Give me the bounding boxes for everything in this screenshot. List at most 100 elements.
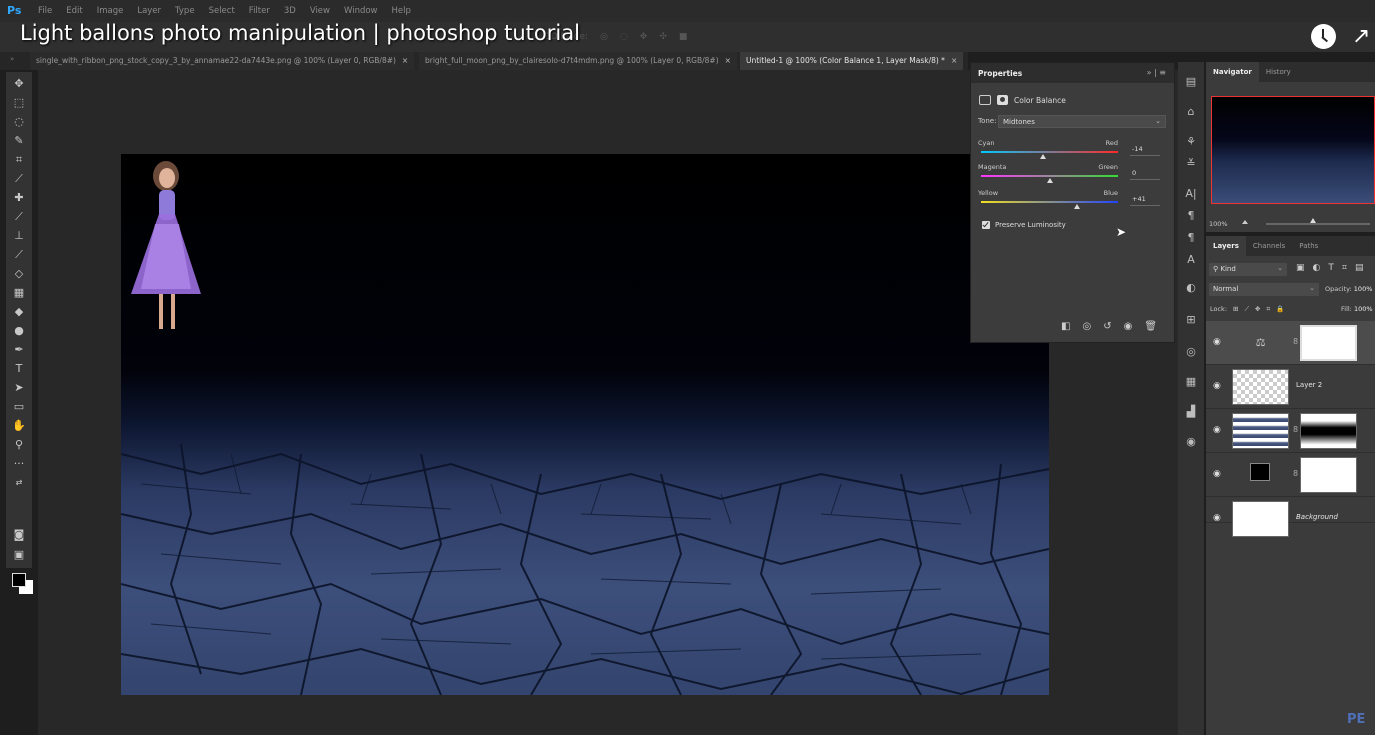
color-icon[interactable]: ◐	[1183, 280, 1199, 296]
opacity-value[interactable]: 100%	[1354, 285, 1373, 293]
slider-thumb[interactable]	[1073, 204, 1080, 209]
swap-colors-icon[interactable]: ⇄	[10, 475, 28, 491]
quick-mask-icon[interactable]: ◙	[10, 527, 28, 543]
scale-icon[interactable]: ■	[679, 32, 688, 42]
close-icon[interactable]: ×	[951, 56, 957, 65]
clock-icon[interactable]	[1311, 24, 1336, 49]
collapse-icon[interactable]: »	[10, 55, 14, 63]
tab-channels[interactable]: Channels	[1246, 236, 1292, 256]
filter-shape-icon[interactable]: ⌗	[1342, 263, 1347, 273]
type-tool-icon[interactable]: T	[10, 361, 28, 377]
tab-bright-full-moon[interactable]: bright_full_moon_png_by_clairesolo-d7t4m…	[419, 52, 737, 70]
pen-tool-icon[interactable]: ✒	[10, 342, 28, 358]
layer-2[interactable]: ◉ Layer 2	[1206, 365, 1375, 409]
slider-value-field[interactable]: 0	[1130, 169, 1160, 180]
zoom-tool-icon[interactable]: ⚲	[10, 437, 28, 453]
shape-tool-icon[interactable]: ▭	[10, 399, 28, 415]
libraries-icon[interactable]: ◎	[1183, 344, 1199, 360]
menu-help[interactable]: Help	[392, 6, 411, 16]
filter-pixel-icon[interactable]: ▣	[1296, 263, 1305, 273]
layer-background[interactable]: ◉ Background	[1206, 497, 1375, 541]
character-icon[interactable]: A|	[1183, 186, 1199, 202]
tone-dropdown[interactable]: Midtones ⌄	[998, 115, 1166, 128]
color-balance-icon[interactable]	[979, 95, 991, 105]
menu-select[interactable]: Select	[209, 6, 235, 16]
gradient-tool-icon[interactable]: ▦	[10, 285, 28, 301]
menu-window[interactable]: Window	[344, 6, 378, 16]
eyedropper-tool-icon[interactable]: ⟋	[10, 171, 28, 187]
color-slider-track[interactable]	[981, 201, 1118, 203]
layer-ground[interactable]: ◉ 8	[1206, 409, 1375, 453]
lock-image-icon[interactable]: ⟋	[1244, 305, 1249, 314]
menu-view[interactable]: View	[310, 6, 330, 16]
zoom-slider-thumb[interactable]	[1310, 218, 1316, 223]
menu-type[interactable]: Type	[175, 6, 195, 16]
crop-tool-icon[interactable]: ⌗	[10, 152, 28, 168]
reset-icon[interactable]: ↺	[1103, 321, 1111, 332]
lock-position-icon[interactable]: ✥	[1255, 305, 1260, 314]
character-styles-icon[interactable]: A	[1183, 252, 1199, 268]
clip-to-layer-icon[interactable]: ◧	[1061, 321, 1070, 332]
menu-3d[interactable]: 3D	[284, 6, 296, 16]
orbit-icon[interactable]: ◎	[600, 32, 608, 42]
menu-edit[interactable]: Edit	[66, 6, 82, 16]
filter-adjustment-icon[interactable]: ◐	[1313, 263, 1321, 273]
blend-mode-dropdown[interactable]: Normal ⌄	[1209, 283, 1319, 296]
filter-type-icon[interactable]: T	[1328, 263, 1334, 273]
quick-select-tool-icon[interactable]: ✎	[10, 133, 28, 149]
menu-filter[interactable]: Filter	[249, 6, 270, 16]
slide-icon[interactable]: ✣	[659, 32, 667, 42]
opacity-control[interactable]: Opacity: 100%	[1325, 285, 1372, 293]
clone-source-icon[interactable]: ⚘	[1183, 134, 1199, 150]
tab-single-with-ribbon[interactable]: single_with_ribbon_png_stock_copy_3_by_a…	[30, 52, 415, 70]
zoom-out-icon[interactable]	[1242, 220, 1248, 224]
menu-file[interactable]: File	[38, 6, 52, 16]
healing-brush-icon[interactable]: ✚	[10, 190, 28, 206]
zoom-slider[interactable]	[1266, 223, 1370, 225]
layer-mask-thumbnail[interactable]	[1300, 325, 1357, 361]
pan-icon[interactable]: ✥	[640, 32, 648, 42]
fill-control[interactable]: Fill: 100%	[1341, 305, 1373, 313]
layer-mask-icon[interactable]	[997, 95, 1008, 105]
paragraph-styles-icon[interactable]: ¶	[1183, 230, 1199, 246]
actions-icon[interactable]: ▤	[1183, 74, 1199, 90]
preserve-luminosity-checkbox[interactable]	[982, 221, 990, 229]
lock-transparent-icon[interactable]: ⊞	[1233, 305, 1238, 314]
menu-image[interactable]: Image	[97, 6, 124, 16]
histogram-icon[interactable]: ▟	[1183, 404, 1199, 420]
brushes-icon[interactable]: ⌂	[1183, 104, 1199, 120]
blur-tool-icon[interactable]: ◆	[10, 304, 28, 320]
eye-icon[interactable]: ◉	[1213, 381, 1221, 391]
close-icon[interactable]: ×	[402, 56, 408, 65]
eye-icon[interactable]: ◉	[1213, 469, 1221, 479]
screen-mode-icon[interactable]: ▣	[10, 547, 28, 563]
close-icon[interactable]: ×	[725, 56, 731, 65]
tab-navigator[interactable]: Navigator	[1206, 62, 1259, 82]
eye-icon[interactable]: ◉	[1213, 337, 1221, 347]
chain-link-icon[interactable]: 8	[1293, 425, 1298, 434]
chain-link-icon[interactable]: 8	[1293, 469, 1298, 478]
color-slider-track[interactable]	[981, 151, 1118, 153]
document-canvas[interactable]	[121, 154, 1049, 695]
tab-layers[interactable]: Layers	[1206, 236, 1246, 256]
layer-kind-filter[interactable]: ⚲ Kind ⌄	[1209, 263, 1287, 276]
navigator-preview[interactable]	[1211, 96, 1375, 204]
delete-icon[interactable]: 🗑	[1144, 321, 1157, 332]
slider-value-field[interactable]: -14	[1130, 145, 1160, 156]
preserve-luminosity[interactable]: Preserve Luminosity	[982, 221, 1066, 229]
layer-mask-thumbnail[interactable]	[1300, 413, 1357, 449]
menu-layer[interactable]: Layer	[137, 6, 161, 16]
navigator-zoom-value[interactable]: 100%	[1209, 220, 1228, 228]
lock-all-icon[interactable]: 🔒	[1276, 305, 1284, 314]
3d-icon[interactable]: ◉	[1183, 434, 1199, 450]
foreground-color-swatch[interactable]	[12, 573, 26, 587]
slider-thumb[interactable]	[1046, 178, 1053, 183]
eraser-tool-icon[interactable]: ◇	[10, 266, 28, 282]
lasso-tool-icon[interactable]: ◌	[10, 114, 28, 130]
marquee-tool-icon[interactable]: ⬚	[10, 95, 28, 111]
share-icon[interactable]: ↗	[1352, 26, 1375, 48]
clone-stamp-icon[interactable]: ⊥	[10, 228, 28, 244]
lock-artboard-icon[interactable]: ⌗	[1266, 305, 1270, 314]
path-select-icon[interactable]: ➤	[10, 380, 28, 396]
styles-icon[interactable]: ⊞	[1183, 312, 1199, 328]
